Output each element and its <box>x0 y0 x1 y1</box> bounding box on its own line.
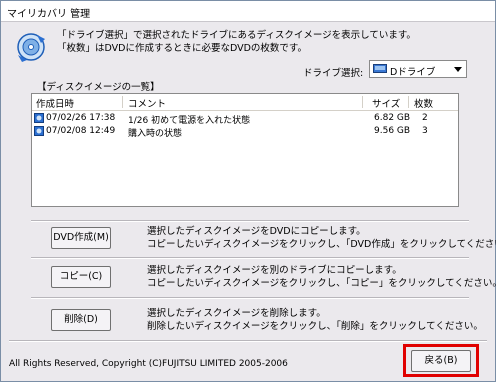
row-size: 9.56 GB <box>374 126 411 136</box>
list-item[interactable]: 07/02/08 12:49 購入時の状態 9.56 GB 3 <box>32 126 458 139</box>
delete-desc-line-1: 選択したディスクイメージを削除します。 <box>147 308 326 319</box>
disk-image-icon <box>34 113 44 123</box>
column-header-comment[interactable]: コメント <box>128 96 166 110</box>
dvd-desc-line-1: 選択したディスクイメージをDVDにコピーします。 <box>147 226 366 237</box>
disk-image-icon <box>34 126 44 136</box>
row-comment: 1/26 初めて電源を入れた状態 <box>128 116 251 126</box>
row-date: 07/02/26 17:38 <box>46 113 116 123</box>
delete-desc-line-2: 削除したいディスクイメージをクリックし、「削除」をクリックしてください。 <box>147 321 483 332</box>
row-comment: 購入時の状態 <box>128 129 183 139</box>
row-date: 07/02/08 12:49 <box>46 126 116 136</box>
column-header-count[interactable]: 枚数 <box>414 96 433 110</box>
copy-desc-line-1: 選択したディスクイメージを別のドライブにコピーします。 <box>147 265 402 276</box>
drive-icon <box>373 64 387 73</box>
drive-select-dropdown[interactable]: Dドライブ <box>369 60 467 78</box>
drive-selected-value: Dドライブ <box>390 67 436 78</box>
row-count: 2 <box>422 113 428 123</box>
copy-button[interactable]: コピー(C) <box>51 266 111 288</box>
list-header: 作成日時 コメント サイズ 枚数 <box>32 94 458 111</box>
disk-image-list-title: 【ディスクイメージの一覧】 <box>37 82 160 93</box>
description: 「ドライブ選択」で選択されたドライブにあるディスクイメージを表示しています。 「… <box>57 29 416 55</box>
disk-image-list[interactable]: 作成日時 コメント サイズ 枚数 07/02/26 17:38 1/26 初めて… <box>31 93 459 207</box>
window-title: マイリカバリ 管理 <box>7 9 91 20</box>
drive-select-label: ドライブ選択: <box>303 68 364 79</box>
dvd-create-description: 選択したディスクイメージをDVDにコピーします。 コピーしたいディスクイメージを… <box>147 225 496 251</box>
back-button[interactable]: 戻る(B) <box>411 350 471 372</box>
copy-description: 選択したディスクイメージを別のドライブにコピーします。 コピーしたいディスクイメ… <box>147 264 496 290</box>
row-size: 6.82 GB <box>374 113 411 123</box>
row-count: 3 <box>422 126 428 136</box>
divider <box>31 220 469 222</box>
divider <box>31 257 469 259</box>
copy-desc-line-2: コピーしたいディスクイメージをクリックし、「コピー」をクリックしてください。 <box>147 278 496 289</box>
footer-divider <box>9 340 487 342</box>
divider <box>31 297 469 299</box>
column-header-date[interactable]: 作成日時 <box>36 96 74 110</box>
copyright-text: All Rights Reserved, Copyright (C)FUJITS… <box>9 359 288 369</box>
recovery-manager-window: マイリカバリ 管理 「ドライブ選択」で選択されたドライブにあるディスクイメージを… <box>0 0 496 382</box>
delete-button[interactable]: 削除(D) <box>51 309 111 331</box>
title-bar: マイリカバリ 管理 <box>1 1 495 22</box>
column-header-size[interactable]: サイズ <box>372 96 400 110</box>
description-line-1: 「ドライブ選択」で選択されたドライブにあるディスクイメージを表示しています。 <box>57 30 416 41</box>
chevron-down-icon <box>454 67 462 72</box>
list-item[interactable]: 07/02/26 17:38 1/26 初めて電源を入れた状態 6.82 GB … <box>32 113 458 126</box>
description-line-2: 「枚数」はDVDに作成するときに必要なDVDの枚数です。 <box>57 43 307 54</box>
delete-description: 選択したディスクイメージを削除します。 削除したいディスクイメージをクリックし、… <box>147 307 483 333</box>
recovery-app-icon <box>17 33 45 62</box>
dvd-create-button[interactable]: DVD作成(M) <box>51 227 111 249</box>
dvd-desc-line-2: コピーしたいディスクイメージをクリックし、「DVD作成」をクリックしてください。 <box>147 239 496 250</box>
